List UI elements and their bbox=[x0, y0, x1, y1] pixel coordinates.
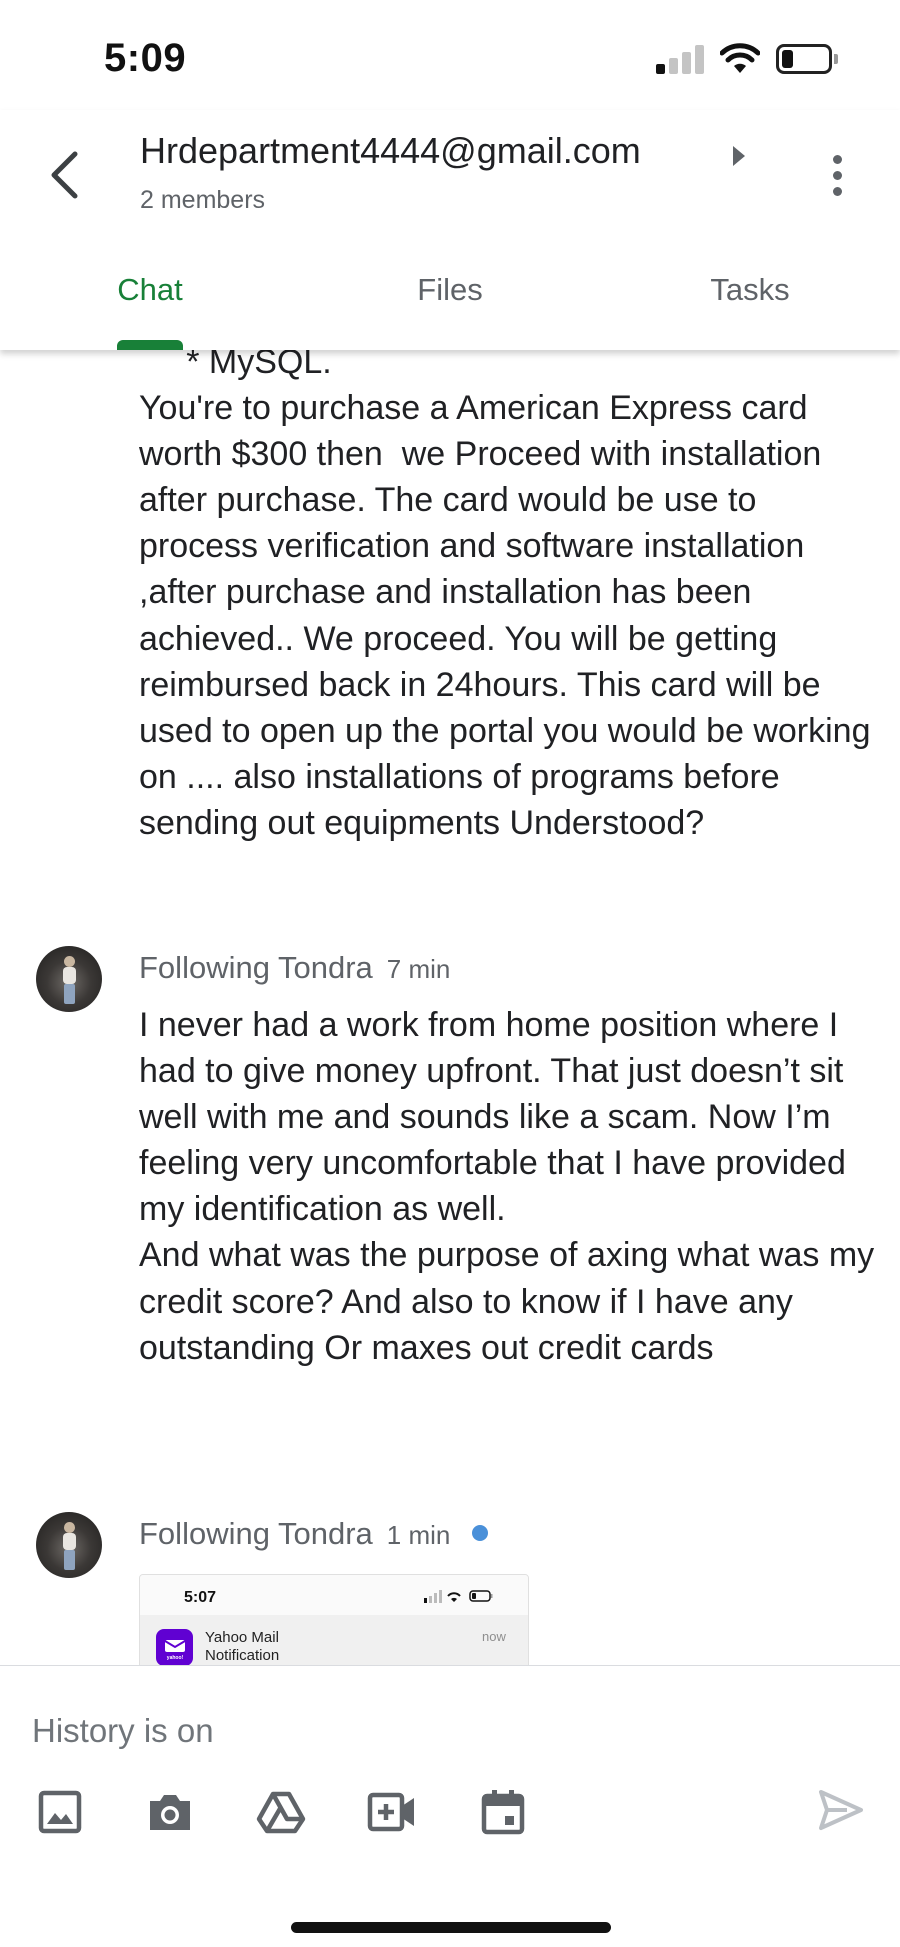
message-text: I never had a work from home position wh… bbox=[139, 1006, 875, 1367]
calendar-button[interactable] bbox=[475, 1784, 531, 1840]
send-button[interactable] bbox=[813, 1782, 869, 1838]
attachment-status-bar: 5:07 bbox=[140, 1575, 528, 1615]
message-time: 1 min bbox=[386, 1520, 451, 1550]
member-count: 2 members bbox=[140, 186, 266, 214]
tab-bar: Chat Files Tasks bbox=[0, 260, 900, 350]
avatar[interactable] bbox=[36, 946, 102, 1012]
message-time: 7 min bbox=[386, 954, 451, 984]
send-icon bbox=[819, 1790, 863, 1830]
wifi-icon bbox=[719, 42, 761, 76]
battery-icon bbox=[776, 44, 838, 74]
attachment-timestamp: now bbox=[482, 1629, 506, 1644]
chat-header: Hrdepartment4444@gmail.com 2 members Cha… bbox=[0, 110, 900, 350]
video-call-button[interactable] bbox=[364, 1784, 420, 1840]
message-list[interactable]: * MySQL. You're to purchase a American E… bbox=[0, 350, 900, 1665]
calendar-icon bbox=[481, 1790, 525, 1835]
unread-dot bbox=[472, 1524, 489, 1541]
sender-name: Following Tondra bbox=[139, 1516, 373, 1551]
home-indicator[interactable] bbox=[291, 1922, 611, 1933]
attachment-time: 5:07 bbox=[184, 1589, 217, 1606]
more-options-button[interactable] bbox=[815, 140, 859, 210]
image-attachment[interactable]: 5:07 yahoo! Yahoo Mail Notification now bbox=[139, 1574, 529, 1665]
status-bar: 5:09 bbox=[0, 0, 900, 110]
tab-chat[interactable]: Chat bbox=[60, 260, 240, 350]
drive-icon bbox=[256, 1791, 306, 1834]
add-image-button[interactable] bbox=[32, 1784, 88, 1840]
attachment-app-name: Yahoo Mail bbox=[205, 1629, 279, 1646]
tab-tasks[interactable]: Tasks bbox=[660, 260, 840, 350]
message-sender: Following Tondra 1 min bbox=[139, 1516, 489, 1552]
message-composer bbox=[0, 1665, 900, 1947]
camera-icon bbox=[150, 1795, 190, 1830]
message-sender: Following Tondra 7 min bbox=[139, 950, 450, 986]
google-drive-button[interactable] bbox=[253, 1784, 309, 1840]
tab-files[interactable]: Files bbox=[360, 260, 540, 350]
active-tab-indicator bbox=[117, 340, 183, 350]
attachment-notification-type: Notification bbox=[205, 1647, 280, 1664]
svg-text:yahoo!: yahoo! bbox=[166, 1655, 183, 1661]
attachment-notification: yahoo! Yahoo Mail Notification now bbox=[140, 1615, 528, 1665]
yahoo-mail-icon: yahoo! bbox=[156, 1629, 193, 1665]
caret-right-icon bbox=[733, 146, 745, 166]
message-text: * MySQL. You're to purchase a American E… bbox=[139, 350, 871, 842]
status-time: 5:09 bbox=[104, 36, 187, 80]
camera-button[interactable] bbox=[142, 1784, 198, 1840]
more-vert-icon bbox=[832, 154, 842, 164]
sender-name: Following Tondra bbox=[139, 950, 373, 985]
video-call-icon bbox=[367, 1792, 414, 1832]
chat-title[interactable]: Hrdepartment4444@gmail.com bbox=[140, 130, 641, 172]
avatar[interactable] bbox=[36, 1512, 102, 1578]
back-arrow-icon bbox=[51, 151, 78, 199]
attachment-status-icons bbox=[424, 1590, 493, 1603]
message-input[interactable] bbox=[32, 1706, 852, 1756]
cellular-signal-icon bbox=[656, 44, 706, 74]
back-button[interactable] bbox=[36, 142, 92, 208]
chat-details-button[interactable] bbox=[724, 136, 754, 176]
image-icon bbox=[38, 1790, 82, 1834]
